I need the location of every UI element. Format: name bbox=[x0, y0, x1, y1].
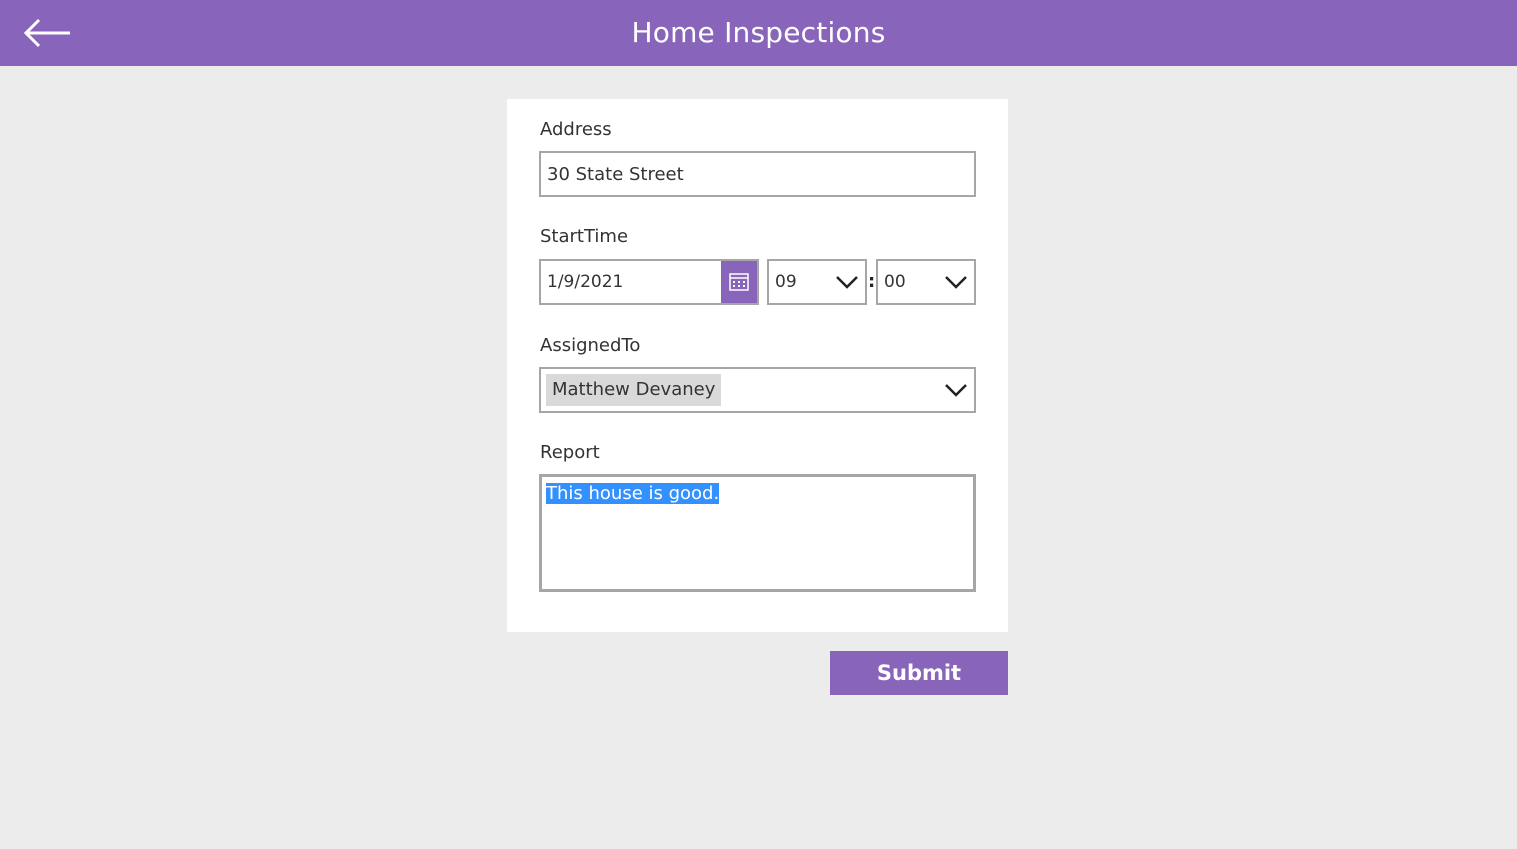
time-separator: : bbox=[868, 271, 876, 292]
assignedto-combobox[interactable]: Matthew Devaney bbox=[539, 367, 976, 413]
date-value: 1/9/2021 bbox=[547, 272, 624, 292]
report-text: This house is good. bbox=[546, 483, 720, 504]
report-label: Report bbox=[540, 442, 600, 463]
chevron-down-icon bbox=[945, 384, 967, 397]
date-picker[interactable]: 1/9/2021 bbox=[539, 259, 759, 305]
calendar-button[interactable] bbox=[721, 261, 757, 303]
submit-button[interactable]: Submit bbox=[830, 651, 1008, 695]
app-screen: Home Inspections Address StartTime 1/9/2… bbox=[0, 0, 1517, 849]
hour-dropdown[interactable]: 09 bbox=[767, 259, 867, 305]
address-label: Address bbox=[540, 119, 612, 140]
assignee-chip[interactable]: Matthew Devaney bbox=[546, 374, 722, 406]
header-bar: Home Inspections bbox=[0, 0, 1517, 66]
starttime-label: StartTime bbox=[540, 226, 629, 247]
calendar-icon bbox=[729, 273, 749, 291]
page-title: Home Inspections bbox=[631, 16, 886, 49]
assignedto-label: AssignedTo bbox=[540, 335, 641, 356]
hour-value: 09 bbox=[775, 272, 797, 292]
report-textarea[interactable]: This house is good. bbox=[539, 474, 976, 592]
chevron-down-icon bbox=[945, 276, 967, 289]
address-input[interactable] bbox=[539, 151, 976, 197]
minute-value: 00 bbox=[884, 272, 906, 292]
chevron-down-icon bbox=[836, 276, 858, 289]
minute-dropdown[interactable]: 00 bbox=[876, 259, 976, 305]
form-card: Address StartTime 1/9/2021 09 bbox=[507, 99, 1008, 632]
